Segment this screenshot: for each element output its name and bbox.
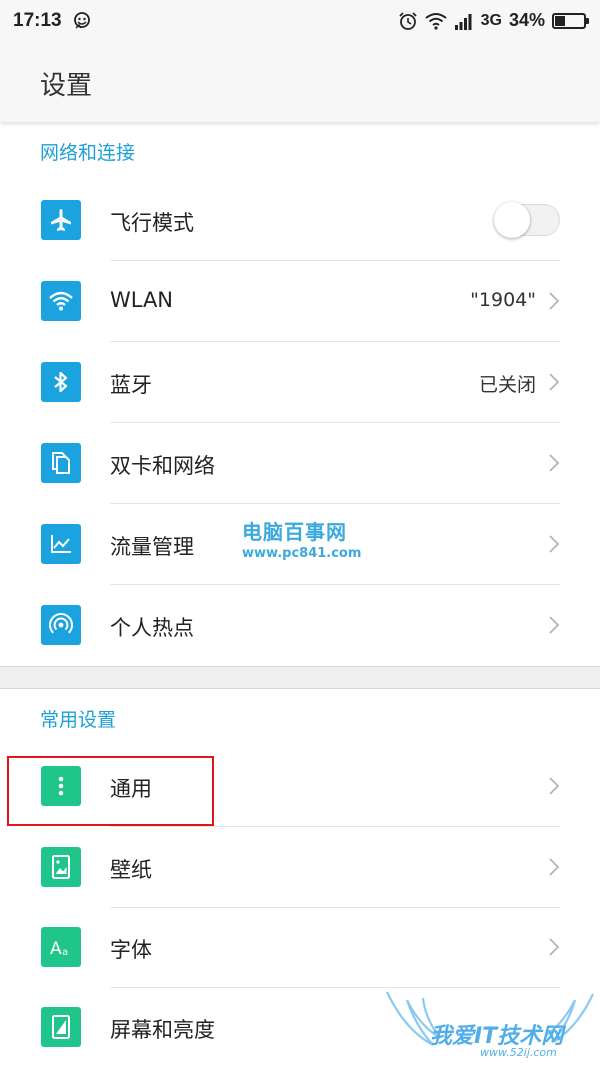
status-time: 17:13 [13,10,62,31]
watermark-site-url: www.52ij.com [480,1046,557,1059]
app-header: 设置 [0,44,600,122]
wifi-icon [41,281,81,321]
alarm-icon [398,11,417,30]
chevron-right-icon [549,292,560,310]
section-title-common: 常用设置 [40,709,117,731]
settings-item-airplane-mode[interactable]: 飞行模式 [0,180,600,261]
settings-item-label: 屏幕和亮度 [110,1018,215,1042]
settings-item-label: 字体 [110,938,152,962]
chevron-right-icon [549,454,560,472]
watermark-52ij: 我爱IT技术网 www.52ij.com [385,990,595,1067]
settings-item-hotspot[interactable]: 个人热点 [0,585,600,666]
chevron-right-icon [549,777,560,795]
settings-item-dual-sim[interactable]: 双卡和网络 [0,423,600,504]
font-icon: A a [41,927,81,967]
watermark-pc841: 电脑百事网 www.pc841.com [242,516,361,561]
chevron-right-icon [549,616,560,634]
svg-text:A: A [50,939,62,959]
chevron-right-icon [549,535,560,553]
settings-item-bluetooth[interactable]: 蓝牙 已关闭 [0,342,600,423]
settings-item-label: 流量管理 [110,535,194,559]
settings-item-label: 个人热点 [110,616,194,640]
settings-item-general[interactable]: 通用 [0,746,600,827]
wifi-icon [425,12,447,30]
settings-item-label: 通用 [110,777,152,801]
display-brightness-icon [41,1007,81,1047]
chevron-right-icon [549,373,560,391]
network-type: 3G [480,11,502,29]
settings-item-label: 双卡和网络 [110,454,215,478]
chevron-right-icon [549,938,560,956]
bluetooth-status-value: 已关闭 [478,374,536,396]
more-vertical-icon [41,766,81,806]
settings-item-font[interactable]: A a 字体 [0,907,600,988]
section-network: 网络和连接 飞行模式 WLAN "1904" 蓝牙 已关闭 双卡和网络 流量管理… [0,122,600,667]
wallpaper-icon [41,847,81,887]
svg-text:a: a [62,947,68,958]
settings-item-label: 蓝牙 [110,373,152,397]
bluetooth-icon [41,362,81,402]
wlan-status-value: "1904" [470,289,536,311]
toggle-knob [494,202,530,238]
settings-item-label: WLAN [110,288,174,312]
sim-cards-icon [41,443,81,483]
battery-icon [552,12,589,29]
status-bar: 17:13 3G 34% [0,0,600,44]
watermark-title: 电脑百事网 [242,520,347,544]
airplane-mode-toggle[interactable] [494,200,560,240]
settings-item-wlan[interactable]: WLAN "1904" [0,261,600,342]
battery-level [555,15,565,26]
settings-item-wallpaper[interactable]: 壁纸 [0,827,600,908]
battery-percent: 34% [508,10,545,30]
airplane-icon [41,200,81,240]
notification-emoji-icon [74,12,90,29]
page-title: 设置 [40,71,93,101]
settings-item-label: 壁纸 [110,858,152,882]
hotspot-icon [41,605,81,645]
watermark-url: www.pc841.com [242,546,362,561]
settings-item-label: 飞行模式 [110,211,194,235]
section-title-network: 网络和连接 [40,142,136,164]
chevron-right-icon [549,858,560,876]
data-usage-icon [41,524,81,564]
signal-icon [454,13,472,30]
